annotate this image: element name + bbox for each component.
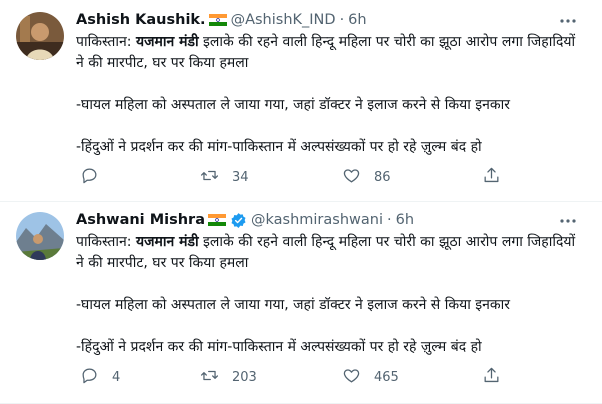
like-count: 86	[374, 169, 391, 185]
avatar[interactable]	[16, 212, 64, 260]
tweet-paragraph-3: -हिंदुओं ने प्रदर्शन कर की मांग-पाकिस्ता…	[76, 339, 482, 355]
share-button[interactable]	[482, 364, 501, 390]
share-icon	[482, 166, 501, 189]
share-button[interactable]	[482, 164, 501, 190]
tweet-1[interactable]: Ashish Kaushik. @AshishK_IND · 6h पाकिस्…	[0, 0, 602, 202]
text-bold: यजमान मंडी	[135, 234, 199, 250]
retweet-count: 34	[232, 169, 249, 185]
separator: ·	[386, 212, 392, 228]
tweet-paragraph-1: पाकिस्तान: यजमान मंडी इलाके की रहने वाली…	[76, 32, 586, 74]
retweet-button[interactable]: 203	[200, 364, 257, 390]
like-count: 465	[374, 369, 399, 385]
user-handle[interactable]: @kashmirashwani	[251, 212, 383, 228]
tweet-header: Ashwani Mishra @kashmirashwani · 6h	[76, 209, 590, 231]
retweet-button[interactable]: 34	[200, 164, 249, 190]
timestamp[interactable]: 6h	[396, 212, 414, 228]
tweet-actions: 34 86	[76, 164, 516, 190]
separator: ·	[339, 12, 345, 28]
share-icon	[482, 366, 501, 389]
tweet-header: Ashish Kaushik. @AshishK_IND · 6h	[76, 9, 590, 31]
tweet-2[interactable]: Ashwani Mishra @kashmirashwani · 6h पाकि…	[0, 202, 602, 404]
tweet-text: पाकिस्तान: यजमान मंडी इलाके की रहने वाली…	[76, 32, 586, 158]
reply-button[interactable]: 4	[80, 364, 120, 390]
more-icon[interactable]	[558, 11, 578, 31]
tweet-paragraph-3: -हिंदुओं ने प्रदर्शन कर की मांग-पाकिस्ता…	[76, 139, 482, 155]
display-name[interactable]: Ashish Kaushik.	[76, 12, 206, 28]
reply-icon	[80, 166, 99, 189]
avatar[interactable]	[16, 12, 64, 60]
like-button[interactable]: 86	[342, 164, 391, 190]
tweet-paragraph-2: -घायल महिला को अस्पताल ले जाया गया, जहां…	[76, 97, 511, 113]
retweet-icon	[200, 366, 219, 389]
like-icon	[342, 166, 361, 189]
verified-badge-icon	[230, 212, 247, 229]
like-icon	[342, 366, 361, 389]
display-name[interactable]: Ashwani Mishra	[76, 212, 205, 228]
reply-count: 4	[112, 369, 121, 385]
reply-icon	[80, 366, 99, 389]
tweet-actions: 4 203 465	[76, 364, 516, 390]
text-prefix: पाकिस्तान:	[76, 34, 136, 50]
text-prefix: पाकिस्तान:	[76, 234, 136, 250]
timestamp[interactable]: 6h	[348, 12, 366, 28]
like-button[interactable]: 465	[342, 364, 399, 390]
tweet-text: पाकिस्तान: यजमान मंडी इलाके की रहने वाली…	[76, 232, 586, 358]
user-handle[interactable]: @AshishK_IND	[231, 12, 336, 28]
retweet-icon	[200, 166, 219, 189]
tweet-paragraph-2: -घायल महिला को अस्पताल ले जाया गया, जहां…	[76, 297, 511, 313]
text-bold: यजमान मंडी	[135, 34, 199, 50]
retweet-count: 203	[232, 369, 257, 385]
flag-india-icon	[208, 14, 227, 26]
more-icon[interactable]	[558, 211, 578, 231]
reply-button[interactable]	[80, 164, 112, 190]
tweet-paragraph-1: पाकिस्तान: यजमान मंडी इलाके की रहने वाली…	[76, 232, 586, 274]
flag-india-icon	[208, 214, 226, 226]
